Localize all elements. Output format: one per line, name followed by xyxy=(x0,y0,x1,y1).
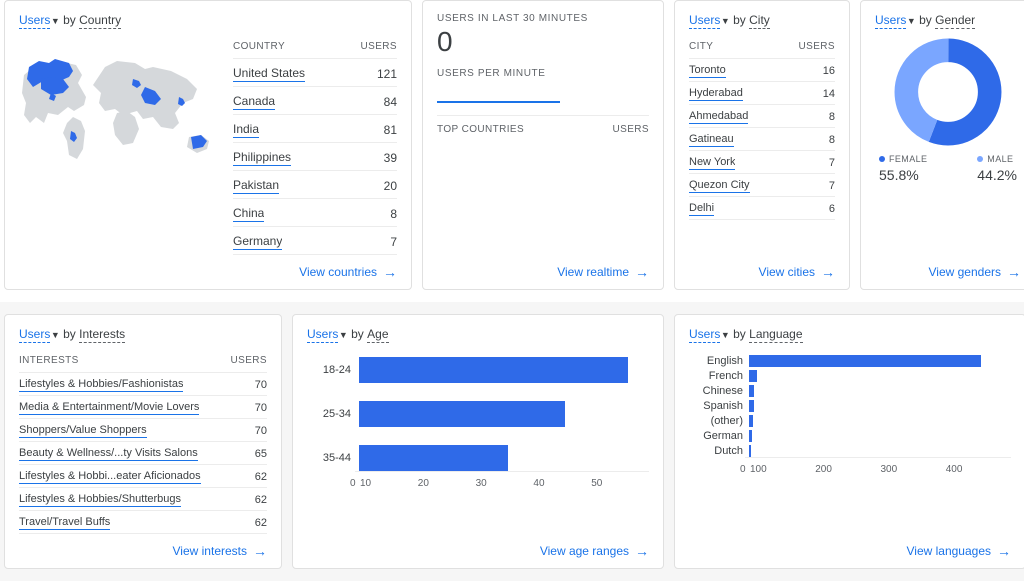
users-by-interests-card: Users ▼ by Interests INTERESTS USERS Lif… xyxy=(4,314,282,569)
arrow-right-icon: → xyxy=(383,265,397,279)
interests-table: INTERESTS USERS Lifestyles & Hobbies/Fas… xyxy=(19,351,267,534)
rt-topcountries: TOP COUNTRIES xyxy=(437,124,524,135)
table-row[interactable]: Germany7 xyxy=(233,227,397,255)
view-interests-link[interactable]: View interests→ xyxy=(173,544,267,558)
table-row[interactable]: New York7 xyxy=(689,151,835,174)
realtime-card: USERS IN LAST 30 MINUTES 0 USERS PER MIN… xyxy=(422,0,664,290)
table-row[interactable]: Canada84 xyxy=(233,87,397,115)
table-row[interactable]: Lifestyles & Hobbi...eater Aficionados62 xyxy=(19,465,267,488)
table-row[interactable]: Philippines39 xyxy=(233,143,397,171)
users-by-gender-card: Users ▼ by Gender FEMALE 55.8% MALE 44.2… xyxy=(860,0,1024,290)
card-title: Users ▼ by Age xyxy=(307,327,649,341)
rt-count: 0 xyxy=(437,26,649,58)
table-row[interactable]: Beauty & Wellness/...ty Visits Salons65 xyxy=(19,442,267,465)
table-row[interactable]: Ahmedabad8 xyxy=(689,105,835,128)
metric-selector[interactable]: Users xyxy=(689,13,720,29)
metric-selector[interactable]: Users xyxy=(19,13,50,29)
map-icon xyxy=(19,37,219,177)
arrow-right-icon: → xyxy=(253,544,267,558)
metric-selector[interactable]: Users xyxy=(689,327,720,343)
dimension-selector[interactable]: City xyxy=(749,13,770,29)
table-row[interactable]: United States121 xyxy=(233,59,397,87)
by-label: by xyxy=(63,13,76,27)
metric-selector[interactable]: Users xyxy=(875,13,906,29)
bar-row: 25-34 xyxy=(311,401,645,427)
bar-row: 35-44 xyxy=(311,445,645,471)
view-age-link[interactable]: View age ranges→ xyxy=(540,544,649,558)
rt-permin-label: USERS PER MINUTE xyxy=(437,68,649,79)
rt-sparkline xyxy=(437,85,560,103)
table-row[interactable]: Pakistan20 xyxy=(233,171,397,199)
metric-selector[interactable]: Users xyxy=(19,327,50,343)
table-row[interactable]: Media & Entertainment/Movie Lovers70 xyxy=(19,396,267,419)
arrow-right-icon: → xyxy=(635,265,649,279)
gender-donut xyxy=(875,37,1021,147)
arrow-right-icon: → xyxy=(821,265,835,279)
view-countries-link[interactable]: View countries→ xyxy=(299,265,397,279)
bar-row: English xyxy=(693,355,1007,367)
chevron-down-icon: ▼ xyxy=(336,330,347,340)
dimension-selector[interactable]: Gender xyxy=(935,13,975,29)
table-row[interactable]: Gatineau8 xyxy=(689,128,835,151)
table-row[interactable]: China8 xyxy=(233,199,397,227)
dimension-selector[interactable]: Age xyxy=(367,327,388,343)
table-row[interactable]: Delhi6 xyxy=(689,197,835,220)
x-axis: 0 100 200 300 400 xyxy=(745,457,1011,475)
table-row[interactable]: Lifestyles & Hobbies/Shutterbugs62 xyxy=(19,488,267,511)
users-by-age-card: Users ▼ by Age 18-24 25-34 35-44 0 10 20… xyxy=(292,314,664,569)
bar-row: Spanish xyxy=(693,400,1007,412)
bar-row: Dutch xyxy=(693,445,1007,457)
bar-row: Chinese xyxy=(693,385,1007,397)
chevron-down-icon: ▼ xyxy=(718,330,729,340)
card-title: Users ▼ by Country xyxy=(19,13,397,27)
arrow-right-icon: → xyxy=(997,544,1011,558)
dimension-selector[interactable]: Interests xyxy=(79,327,125,343)
card-title: Users ▼ by Language xyxy=(689,327,1011,341)
card-title: Users ▼ by City xyxy=(689,13,835,27)
legend-female: FEMALE 55.8% xyxy=(879,151,927,183)
card-title: Users ▼ by Interests xyxy=(19,327,267,341)
view-languages-link[interactable]: View languages→ xyxy=(906,544,1011,558)
chevron-down-icon: ▼ xyxy=(718,16,729,26)
col-users: USERS xyxy=(342,37,397,59)
metric-selector[interactable]: Users xyxy=(307,327,338,343)
view-realtime-link[interactable]: View realtime→ xyxy=(557,265,649,279)
table-row[interactable]: Travel/Travel Buffs62 xyxy=(19,511,267,534)
table-row[interactable]: Toronto16 xyxy=(689,59,835,82)
world-map xyxy=(19,37,219,255)
arrow-right-icon: → xyxy=(635,544,649,558)
language-chart: English French Chinese Spanish (other) G… xyxy=(689,351,1011,457)
users-by-country-card: Users ▼ by Country xyxy=(4,0,412,290)
view-genders-link[interactable]: View genders→ xyxy=(929,265,1022,279)
bar-row: German xyxy=(693,430,1007,442)
arrow-right-icon: → xyxy=(1007,265,1021,279)
table-row[interactable]: Hyderabad14 xyxy=(689,82,835,105)
bar-row: 18-24 xyxy=(311,357,645,383)
bar-row: French xyxy=(693,370,1007,382)
dimension-selector[interactable]: Language xyxy=(749,327,802,343)
rt-30min-label: USERS IN LAST 30 MINUTES xyxy=(437,13,649,24)
users-by-language-card: Users ▼ by Language English French Chine… xyxy=(674,314,1024,569)
chevron-down-icon: ▼ xyxy=(48,16,59,26)
legend-male: MALE 44.2% xyxy=(977,151,1017,183)
table-row[interactable]: Lifestyles & Hobbies/Fashionistas70 xyxy=(19,373,267,396)
view-cities-link[interactable]: View cities→ xyxy=(759,265,835,279)
card-title: Users ▼ by Gender xyxy=(875,13,1021,27)
x-axis: 0 10 20 30 40 50 xyxy=(355,471,649,489)
chevron-down-icon: ▼ xyxy=(48,330,59,340)
col-country: COUNTRY xyxy=(233,37,342,59)
bar-row: (other) xyxy=(693,415,1007,427)
table-row[interactable]: Quezon City7 xyxy=(689,174,835,197)
users-by-city-card: Users ▼ by City CITY USERS Toronto16 Hyd… xyxy=(674,0,850,290)
chevron-down-icon: ▼ xyxy=(904,16,915,26)
table-row[interactable]: Shoppers/Value Shoppers70 xyxy=(19,419,267,442)
dimension-selector[interactable]: Country xyxy=(79,13,121,29)
city-table: CITY USERS Toronto16 Hyderabad14 Ahmedab… xyxy=(689,37,835,220)
age-chart: 18-24 25-34 35-44 xyxy=(307,351,649,471)
table-row[interactable]: India81 xyxy=(233,115,397,143)
rt-users-header: USERS xyxy=(613,124,649,135)
country-table: COUNTRY USERS United States121 Canada84 … xyxy=(233,37,397,255)
